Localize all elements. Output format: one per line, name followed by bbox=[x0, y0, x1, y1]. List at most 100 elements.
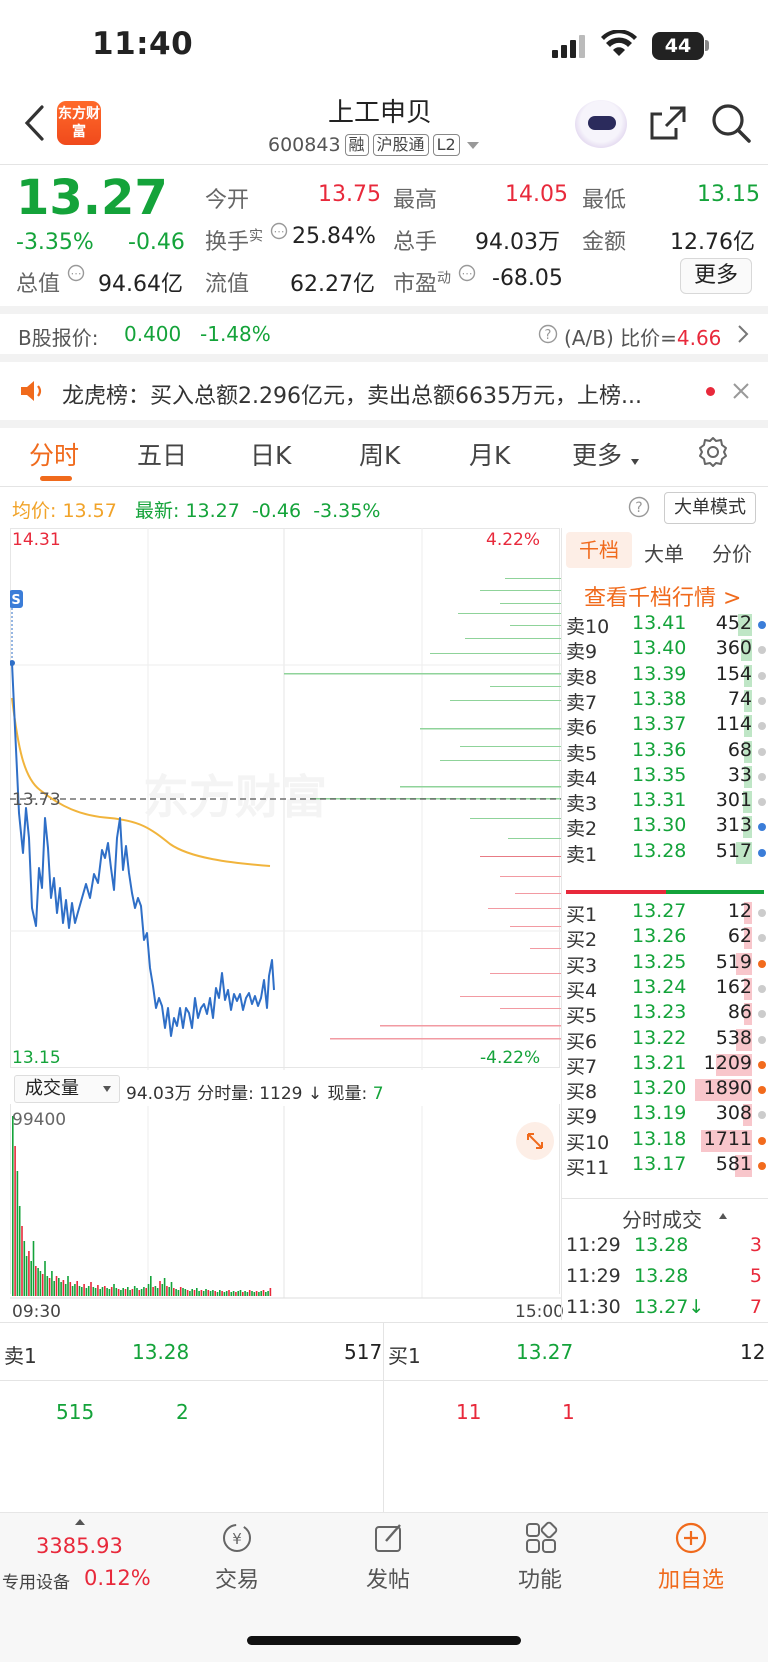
high-label: 最高 bbox=[393, 188, 438, 213]
bid-row[interactable]: 买4 13.24 162 bbox=[566, 976, 766, 1003]
chart-info-row: 均价: 13.57 最新: 13.27 -0.46 -3.35% bbox=[12, 500, 381, 522]
chevron-right-icon[interactable] bbox=[736, 324, 750, 344]
post-button[interactable]: 发帖 bbox=[338, 1562, 438, 1594]
more-button[interactable]: 更多 bbox=[680, 258, 752, 294]
min-pct-label: -4.22% bbox=[480, 1048, 541, 1068]
volume-bar bbox=[237, 1291, 239, 1296]
tab-monthly-k[interactable]: 月K bbox=[469, 436, 510, 472]
bid-row[interactable]: 买11 13.17 581 bbox=[566, 1153, 766, 1180]
bid-row[interactable]: 买3 13.25 519 bbox=[566, 951, 766, 978]
caret-up-icon[interactable] bbox=[74, 1518, 86, 1526]
ask-row[interactable]: 卖4 13.35 33 bbox=[566, 764, 766, 791]
bid-volume: 1209 bbox=[703, 1051, 752, 1074]
index-value[interactable]: 3385.93 bbox=[36, 1534, 123, 1558]
bid-row[interactable]: 买8 13.20 1890 bbox=[566, 1077, 766, 1104]
bid-row[interactable]: 买9 13.19 308 bbox=[566, 1102, 766, 1129]
ask-row[interactable]: 卖8 13.39 154 bbox=[566, 663, 766, 690]
ask-price: 13.40 bbox=[632, 637, 687, 660]
intraday-chart-svg[interactable]: 东方财富 S bbox=[10, 528, 562, 1070]
tab-big-orders[interactable]: 大单 bbox=[644, 538, 684, 567]
tab-intraday[interactable]: 分时 bbox=[29, 436, 79, 472]
ask-dot bbox=[758, 848, 766, 857]
info-icon[interactable]: ⋯ bbox=[458, 264, 476, 282]
back-icon[interactable] bbox=[22, 104, 46, 142]
volume-bar bbox=[85, 1288, 88, 1296]
ask-row[interactable]: 卖3 13.31 301 bbox=[566, 789, 766, 816]
info-icon[interactable]: ⋯ bbox=[270, 222, 288, 240]
ask-row[interactable]: 卖2 13.30 313 bbox=[566, 814, 766, 841]
volume-bar bbox=[232, 1291, 235, 1296]
search-icon[interactable] bbox=[710, 102, 752, 144]
caret-up-icon bbox=[719, 1213, 727, 1219]
help-icon[interactable]: ? bbox=[538, 324, 558, 344]
caret-down-icon bbox=[631, 459, 639, 465]
ask-level-label: 卖4 bbox=[566, 767, 598, 790]
tab-more[interactable]: 更多 bbox=[572, 436, 622, 472]
ask-row[interactable]: 卖1 13.28 517 bbox=[566, 840, 766, 867]
bid-row[interactable]: 买5 13.23 86 bbox=[566, 1001, 766, 1028]
bid-row[interactable]: 买10 13.18 1711 bbox=[566, 1128, 766, 1155]
ask-row[interactable]: 卖7 13.38 74 bbox=[566, 688, 766, 715]
post-icon[interactable] bbox=[372, 1521, 406, 1555]
bottom-ask-label: 卖1 bbox=[4, 1344, 37, 1368]
ask-row[interactable]: 卖5 13.36 68 bbox=[566, 739, 766, 766]
trade-button[interactable]: 交易 bbox=[187, 1562, 287, 1594]
bid-row[interactable]: 买6 13.22 538 bbox=[566, 1027, 766, 1054]
trade-row: 11:29 13.28 5 bbox=[566, 1265, 762, 1291]
volume-bar bbox=[21, 1226, 23, 1296]
functions-button[interactable]: 功能 bbox=[490, 1562, 590, 1594]
volume-bar bbox=[216, 1292, 219, 1296]
svg-text:?: ? bbox=[545, 328, 552, 343]
ask-level-label: 卖5 bbox=[566, 742, 598, 765]
volume-bar bbox=[175, 1289, 177, 1296]
add-watchlist-icon[interactable] bbox=[674, 1521, 708, 1555]
help-icon[interactable]: ? bbox=[628, 496, 650, 518]
home-indicator[interactable] bbox=[247, 1636, 521, 1645]
bid-volume: 581 bbox=[715, 1153, 752, 1175]
add-watchlist-button[interactable]: 加自选 bbox=[641, 1562, 741, 1594]
share-icon[interactable] bbox=[648, 104, 688, 142]
bid-price: 13.19 bbox=[632, 1102, 687, 1125]
view-levels-link[interactable]: 查看千档行情 > bbox=[584, 580, 741, 612]
bid-row[interactable]: 买2 13.26 62 bbox=[566, 925, 766, 952]
volume-bar bbox=[186, 1290, 189, 1296]
tab-price-dist[interactable]: 分价 bbox=[712, 538, 752, 567]
last-price: 13.27 bbox=[16, 170, 168, 226]
big-order-mode-button[interactable]: 大单模式 bbox=[664, 492, 756, 524]
high-value: 14.05 bbox=[505, 182, 568, 207]
ask-row[interactable]: 卖10 13.41 452 bbox=[566, 612, 766, 639]
bid-level-label: 买5 bbox=[566, 1005, 598, 1028]
tab-weekly-k[interactable]: 周K bbox=[359, 436, 400, 472]
volume-bar bbox=[106, 1288, 108, 1296]
divider bbox=[0, 164, 768, 165]
info-icon[interactable]: ⋯ bbox=[67, 264, 85, 282]
volume-bar bbox=[214, 1291, 216, 1296]
volume-bar bbox=[207, 1290, 210, 1296]
tab-daily-k[interactable]: 日K bbox=[250, 436, 291, 472]
ab-ratio[interactable]: (A/B) 比价=4.66 bbox=[564, 322, 721, 351]
index-pct[interactable]: 0.12% bbox=[84, 1566, 151, 1590]
trade-icon[interactable]: ¥ bbox=[220, 1521, 254, 1555]
tab-thousand-levels[interactable]: 千档 bbox=[566, 532, 632, 568]
stock-code-row[interactable]: 600843 融 沪股通 L2 bbox=[268, 132, 482, 158]
ask-row[interactable]: 卖9 13.40 360 bbox=[566, 637, 766, 664]
dragon-list-banner[interactable]: 龙虎榜：买入总额2.296亿元，卖出总额6635万元，上榜... bbox=[62, 378, 682, 410]
volume-bar bbox=[223, 1292, 226, 1296]
volume-chart-svg[interactable] bbox=[10, 1106, 562, 1300]
bid-row[interactable]: 买1 13.27 12 bbox=[566, 900, 766, 927]
volume-bar bbox=[189, 1291, 191, 1296]
ask-row[interactable]: 卖6 13.37 114 bbox=[566, 713, 766, 740]
price-line bbox=[11, 662, 275, 1037]
ask-price: 13.30 bbox=[632, 814, 687, 837]
index-label[interactable]: 专用设备 bbox=[2, 1568, 70, 1593]
low-label: 最低 bbox=[582, 188, 627, 213]
settings-icon[interactable] bbox=[697, 436, 729, 468]
volume-bar bbox=[239, 1290, 242, 1296]
detail-right-a: 11 bbox=[456, 1400, 482, 1424]
trades-title[interactable]: 分时成交 bbox=[622, 1204, 702, 1233]
functions-icon[interactable] bbox=[524, 1521, 558, 1555]
bid-row[interactable]: 买7 13.21 1209 bbox=[566, 1052, 766, 1079]
close-icon[interactable] bbox=[732, 382, 750, 400]
tab-five-day[interactable]: 五日 bbox=[137, 436, 187, 472]
volume-bar bbox=[170, 1282, 173, 1296]
